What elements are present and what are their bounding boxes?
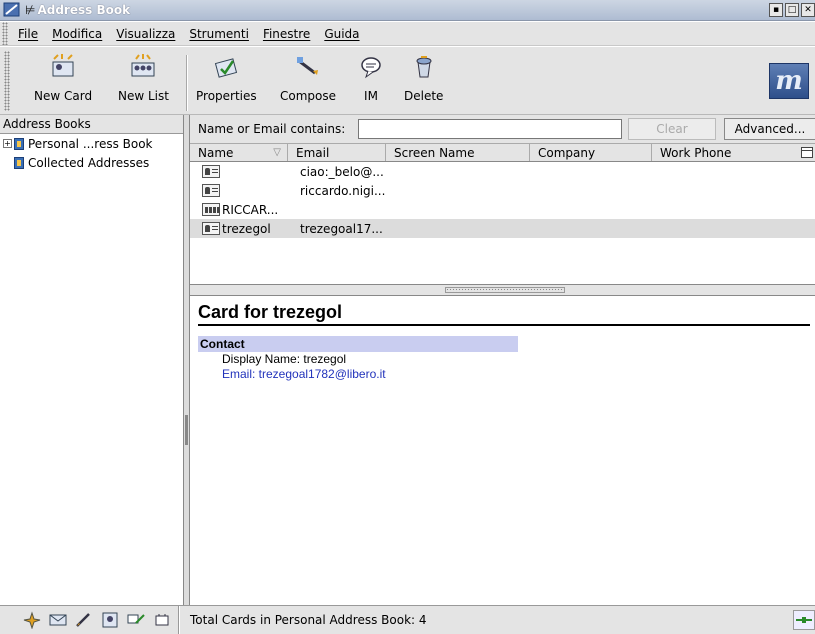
- chat-bubble-icon: [361, 57, 381, 79]
- im-button[interactable]: IM: [356, 53, 386, 103]
- composer-icon[interactable]: [74, 611, 94, 629]
- clear-button[interactable]: Clear: [628, 118, 716, 140]
- minimize-button[interactable]: ▪: [769, 3, 783, 17]
- contact-card-icon: [202, 165, 220, 178]
- address-books-pane: Address Books + Personal ...ress Book Co…: [0, 115, 184, 605]
- splitter-grip[interactable]: [185, 415, 188, 445]
- contacts-pane: Name or Email contains: Clear Advanced..…: [190, 115, 815, 605]
- new-list-button[interactable]: New List: [118, 53, 169, 103]
- column-work-phone[interactable]: Work Phone: [652, 144, 815, 161]
- sort-arrow-icon: ▽: [273, 147, 281, 158]
- window-title: ⊭ Address Book: [25, 3, 131, 17]
- navigator-icon[interactable]: [22, 611, 42, 629]
- column-company[interactable]: Company: [530, 144, 652, 161]
- trash-can-icon: [416, 56, 432, 78]
- column-picker-icon[interactable]: [801, 147, 813, 158]
- sidebar-item-collected-addresses[interactable]: Collected Addresses: [0, 153, 183, 172]
- splitter-grip[interactable]: [445, 287, 565, 293]
- address-book-icon: [14, 156, 24, 169]
- menu-finestre[interactable]: Finestre: [263, 27, 310, 41]
- column-headers: Name ▽ Email Screen Name Company Work Pho…: [190, 143, 815, 162]
- search-label: Name or Email contains:: [198, 122, 346, 136]
- menu-file[interactable]: File: [18, 27, 38, 41]
- menu-visualizza[interactable]: Visualizza: [116, 27, 175, 41]
- compose-icon: [297, 57, 318, 75]
- delete-button[interactable]: Delete: [404, 53, 443, 103]
- chat-icon[interactable]: [126, 611, 146, 629]
- email-link[interactable]: Email: trezegoal1782@libero.it: [198, 367, 807, 382]
- search-input[interactable]: [358, 119, 622, 139]
- table-row[interactable]: ciao:_belo@...: [190, 162, 815, 181]
- mailing-list-icon: [202, 203, 220, 216]
- column-name[interactable]: Name ▽: [190, 144, 288, 161]
- toolbar: New Card New List Properties Compose IM …: [0, 47, 815, 115]
- table-row[interactable]: riccardo.nigi...: [190, 181, 815, 200]
- menu-modifica[interactable]: Modifica: [52, 27, 102, 41]
- menu-strumenti[interactable]: Strumenti: [189, 27, 249, 41]
- toolbar-grip[interactable]: [4, 51, 10, 111]
- window-controls: ▪ □ ✕: [769, 3, 815, 17]
- status-bar: Total Cards in Personal Address Book: 4: [0, 605, 815, 634]
- new-list-icon: [131, 54, 155, 77]
- address-book-icon[interactable]: [100, 611, 120, 629]
- column-email[interactable]: Email: [288, 144, 386, 161]
- offline-icon[interactable]: [152, 611, 172, 629]
- component-bar: [0, 606, 179, 634]
- compose-button[interactable]: Compose: [280, 53, 336, 103]
- menubar-grip[interactable]: [2, 22, 8, 45]
- card-title: Card for trezegol: [198, 302, 810, 326]
- status-text: Total Cards in Personal Address Book: 4: [179, 606, 427, 634]
- new-card-icon: [52, 54, 74, 77]
- mail-icon[interactable]: [48, 611, 68, 629]
- expand-icon[interactable]: +: [3, 139, 12, 148]
- sidebar-item-personal-address-book[interactable]: + Personal ...ress Book: [0, 134, 183, 153]
- menu-guida[interactable]: Guida: [324, 27, 359, 41]
- column-screen-name[interactable]: Screen Name: [386, 144, 530, 161]
- close-button[interactable]: ✕: [801, 3, 815, 17]
- table-row[interactable]: RICCAR...: [190, 200, 815, 219]
- connection-status-icon[interactable]: [793, 610, 815, 630]
- pin-icon[interactable]: ⊭: [25, 3, 35, 17]
- maximize-button[interactable]: □: [785, 3, 799, 17]
- card-view: Card for trezegol Contact Display Name: …: [190, 296, 815, 605]
- toolbar-separator: [186, 55, 188, 111]
- menu-bar: File Modifica Visualizza Strumenti Fines…: [0, 22, 815, 46]
- sidebar-item-label: Personal ...ress Book: [28, 136, 153, 151]
- address-book-icon: [14, 137, 24, 150]
- properties-button[interactable]: Properties: [196, 53, 257, 103]
- contact-card-icon: [202, 184, 220, 197]
- new-card-button[interactable]: New Card: [34, 53, 92, 103]
- horizontal-splitter[interactable]: [190, 284, 815, 296]
- contact-section-header: Contact: [198, 336, 518, 352]
- search-bar: Name or Email contains: Clear Advanced..…: [190, 115, 815, 143]
- mozilla-logo-icon[interactable]: m: [769, 63, 809, 99]
- title-bar: ⊭ Address Book ▪ □ ✕: [0, 0, 815, 21]
- contact-card-icon: [202, 222, 220, 235]
- display-name: Display Name: trezegol: [222, 352, 347, 366]
- properties-icon: [215, 58, 238, 78]
- table-row-selected[interactable]: trezegol trezegoal17...: [190, 219, 815, 238]
- address-books-header[interactable]: Address Books: [0, 115, 183, 134]
- sidebar-item-label: Collected Addresses: [28, 155, 150, 170]
- address-book-app-icon: [3, 2, 20, 17]
- contact-list: ciao:_belo@... riccardo.nigi... RICCAR..…: [190, 162, 815, 284]
- advanced-button[interactable]: Advanced...: [724, 118, 815, 140]
